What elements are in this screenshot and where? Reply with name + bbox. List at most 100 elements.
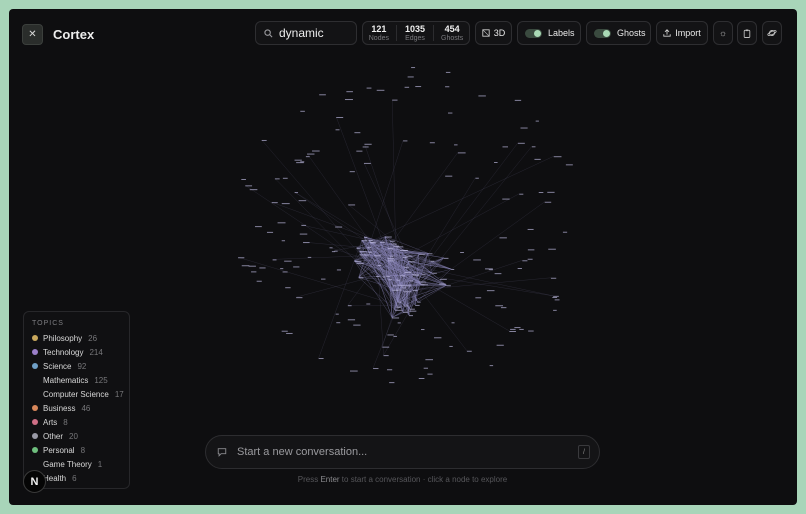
graph-node[interactable] [359, 251, 367, 253]
graph-node[interactable] [553, 156, 562, 158]
view-3d-button[interactable]: 3D [475, 21, 512, 45]
graph-node[interactable] [356, 150, 363, 152]
labels-switch[interactable] [525, 28, 542, 38]
graph-node[interactable] [281, 330, 288, 332]
graph-node[interactable] [400, 275, 406, 277]
graph-node[interactable] [408, 261, 415, 263]
graph-node[interactable] [451, 269, 455, 271]
graph-node[interactable] [382, 276, 386, 278]
graph-node[interactable] [281, 203, 290, 205]
graph-node[interactable] [502, 198, 510, 200]
graph-node[interactable] [514, 99, 522, 101]
graph-node[interactable] [500, 307, 507, 309]
graph-node[interactable] [282, 177, 288, 179]
topic-item[interactable]: Mathematics 125 [32, 373, 129, 387]
graph-node[interactable] [553, 295, 559, 297]
topic-item[interactable]: Health 6 [32, 471, 129, 485]
graph-node[interactable] [303, 242, 310, 244]
graph-node[interactable] [348, 204, 356, 206]
graph-node[interactable] [307, 256, 312, 258]
graph-node[interactable] [535, 120, 539, 122]
graph-node[interactable] [466, 350, 472, 352]
graph-node[interactable] [519, 193, 524, 195]
graph-node[interactable] [249, 189, 258, 191]
graph-node[interactable] [520, 127, 528, 129]
graph-node[interactable] [245, 185, 253, 187]
graph-node[interactable] [429, 142, 435, 144]
graph-node[interactable] [389, 382, 395, 384]
graph-node[interactable] [368, 251, 373, 253]
graph-node[interactable] [370, 242, 377, 244]
chat-bar[interactable]: / [205, 435, 600, 469]
graph-node[interactable] [420, 329, 425, 331]
graph-node[interactable] [438, 283, 446, 285]
graph-node[interactable] [363, 162, 371, 164]
search-box[interactable] [255, 21, 357, 45]
graph-node[interactable] [527, 228, 534, 230]
graph-node[interactable] [422, 274, 426, 276]
graph-node[interactable] [321, 278, 326, 280]
graph-node[interactable] [547, 191, 555, 193]
graph-node[interactable] [402, 311, 409, 313]
graph-node[interactable] [248, 265, 256, 267]
labels-toggle[interactable]: Labels [517, 21, 581, 45]
graph-node[interactable] [382, 346, 390, 348]
graph-node[interactable] [359, 254, 365, 256]
graph-node[interactable] [271, 202, 278, 204]
graph-node[interactable] [405, 285, 412, 287]
graph-node[interactable] [514, 327, 521, 329]
graph-node[interactable] [527, 258, 533, 260]
graph-node[interactable] [336, 322, 341, 324]
graph-node[interactable] [420, 284, 425, 286]
graph-node[interactable] [408, 315, 413, 317]
topic-item[interactable]: Business 46 [32, 401, 129, 415]
graph-node[interactable] [446, 285, 451, 287]
graph-node[interactable] [397, 284, 402, 286]
graph-node[interactable] [548, 248, 556, 250]
graph-node[interactable] [411, 67, 416, 69]
graph-node[interactable] [350, 370, 358, 372]
graph-node[interactable] [383, 355, 389, 357]
graph-node[interactable] [401, 287, 407, 289]
graph-node[interactable] [280, 268, 284, 270]
graph-node[interactable] [430, 260, 435, 262]
graph-node[interactable] [443, 257, 449, 259]
topic-item[interactable]: Other 20 [32, 429, 129, 443]
graph-node[interactable] [362, 146, 369, 148]
graph-node[interactable] [517, 267, 522, 269]
graph-node[interactable] [445, 86, 450, 88]
graph-node[interactable] [418, 377, 425, 379]
graph-node[interactable] [425, 359, 434, 361]
graph-node[interactable] [553, 309, 557, 311]
graph-node[interactable] [454, 144, 458, 146]
graph-node[interactable] [475, 177, 479, 179]
graph-node[interactable] [364, 143, 372, 145]
graph-node[interactable] [296, 162, 304, 164]
graph-node[interactable] [544, 201, 552, 203]
graph-node[interactable] [294, 159, 302, 161]
graph-node[interactable] [329, 247, 333, 249]
graph-node[interactable] [298, 200, 307, 202]
graph-node[interactable] [417, 301, 421, 303]
graph-node[interactable] [427, 373, 433, 375]
graph-node[interactable] [494, 273, 502, 275]
graph-node[interactable] [281, 240, 286, 242]
graph-node[interactable] [445, 175, 453, 177]
graph-node[interactable] [344, 99, 353, 101]
graph-node[interactable] [377, 264, 382, 266]
graph-node[interactable] [336, 117, 344, 119]
graph-node[interactable] [286, 332, 293, 334]
graph-node[interactable] [394, 309, 403, 311]
graph-node[interactable] [285, 287, 291, 289]
graph-node[interactable] [294, 192, 299, 194]
graph-node[interactable] [419, 281, 426, 283]
graph-node[interactable] [335, 226, 343, 228]
graph-node[interactable] [428, 253, 433, 255]
graph-node[interactable] [412, 290, 418, 292]
cortex-logo-icon[interactable]: ✕ [22, 24, 43, 45]
graph-node[interactable] [390, 240, 395, 242]
graph-node[interactable] [386, 275, 391, 277]
graph-node[interactable] [396, 279, 400, 281]
graph-node[interactable] [404, 86, 410, 88]
graph-node[interactable] [387, 334, 394, 336]
